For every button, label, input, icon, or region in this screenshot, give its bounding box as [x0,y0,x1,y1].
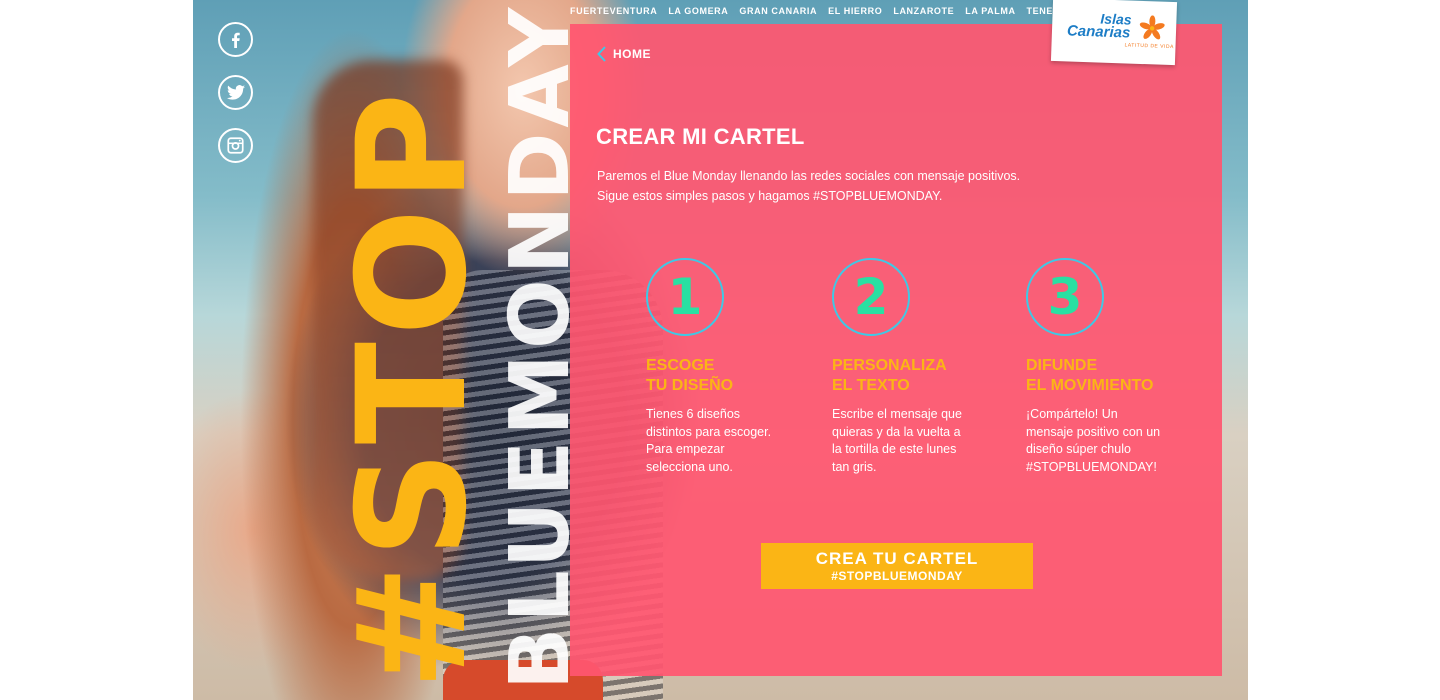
step-title-line-1: DIFUNDE [1026,357,1098,374]
intro-line-2: Sigue estos simples pasos y hagamos #STO… [597,189,943,203]
stop-vertical-text: #STOP [326,86,500,691]
step-title-line-2: EL TEXTO [832,377,910,394]
instagram-link[interactable] [218,128,253,163]
step-description: Escribe el mensaje que quieras y da la v… [832,407,962,474]
intro-line-1: Paremos el Blue Monday llenando las rede… [597,169,1021,183]
step-2: 2 PERSONALIZA EL TEXTO Escribe el mensaj… [832,258,992,476]
step-title: PERSONALIZA EL TEXTO [832,356,982,396]
nav-item-lanzarote[interactable]: LANZAROTE [893,6,954,16]
step-description: ¡Compártelo! Un mensaje positivo con un … [1026,407,1161,474]
instagram-icon [227,137,244,154]
step-number-circle: 2 [832,258,910,336]
crea-tu-cartel-button[interactable]: CREA TU CARTEL #STOPBLUEMONDAY [761,543,1033,589]
twitter-link[interactable] [218,75,253,110]
nav-item-la-palma[interactable]: LA PALMA [965,6,1015,16]
step-title-line-1: PERSONALIZA [832,357,947,374]
nav-item-gran-canaria[interactable]: GRAN CANARIA [739,6,817,16]
step-title: DIFUNDE EL MOVIMIENTO [1026,356,1176,396]
page-title: CREAR MI CARTEL [596,124,805,149]
step-number-circle: 1 [646,258,724,336]
crear-cartel-panel: HOME CREAR MI CARTEL Paremos el Blue Mon… [570,24,1222,676]
logo-text-canarias: Canarias [1066,22,1131,42]
step-title-line-2: EL MOVIMIENTO [1026,377,1154,394]
chevron-left-icon [597,46,606,62]
step-number-circle: 3 [1026,258,1104,336]
intro-text: Paremos el Blue Monday llenando las rede… [597,166,1097,206]
step-title: ESCOGE TU DISEÑO [646,356,796,396]
nav-item-el-hierro[interactable]: EL HIERRO [828,6,882,16]
twitter-icon [226,85,245,100]
nav-item-la-gomera[interactable]: LA GOMERA [668,6,728,16]
cta-line-1: CREA TU CARTEL [815,549,979,568]
cta-line-2: #STOPBLUEMONDAY [831,569,963,583]
step-title-line-1: ESCOGE [646,357,715,374]
logo-tagline: LATITUD DE VIDA [1124,42,1174,51]
nav-item-fuerteventura[interactable]: FUERTEVENTURA [570,6,657,16]
flower-icon [1139,15,1165,40]
facebook-icon [231,32,240,48]
islas-canarias-logo[interactable]: Islas Canarias LATITUD DE VIDA [1050,0,1178,66]
home-link[interactable]: HOME [597,46,651,62]
step-description: Tienes 6 diseños distintos para escoger.… [646,407,772,474]
home-label: HOME [613,47,651,61]
step-3: 3 DIFUNDE EL MOVIMIENTO ¡Compártelo! Un … [1026,258,1186,476]
step-title-line-2: TU DISEÑO [646,377,734,394]
facebook-link[interactable] [218,22,253,57]
islands-nav: FUERTEVENTURA LA GOMERA GRAN CANARIA EL … [570,6,1076,16]
step-1: 1 ESCOGE TU DISEÑO Tienes 6 diseños dist… [646,258,806,476]
